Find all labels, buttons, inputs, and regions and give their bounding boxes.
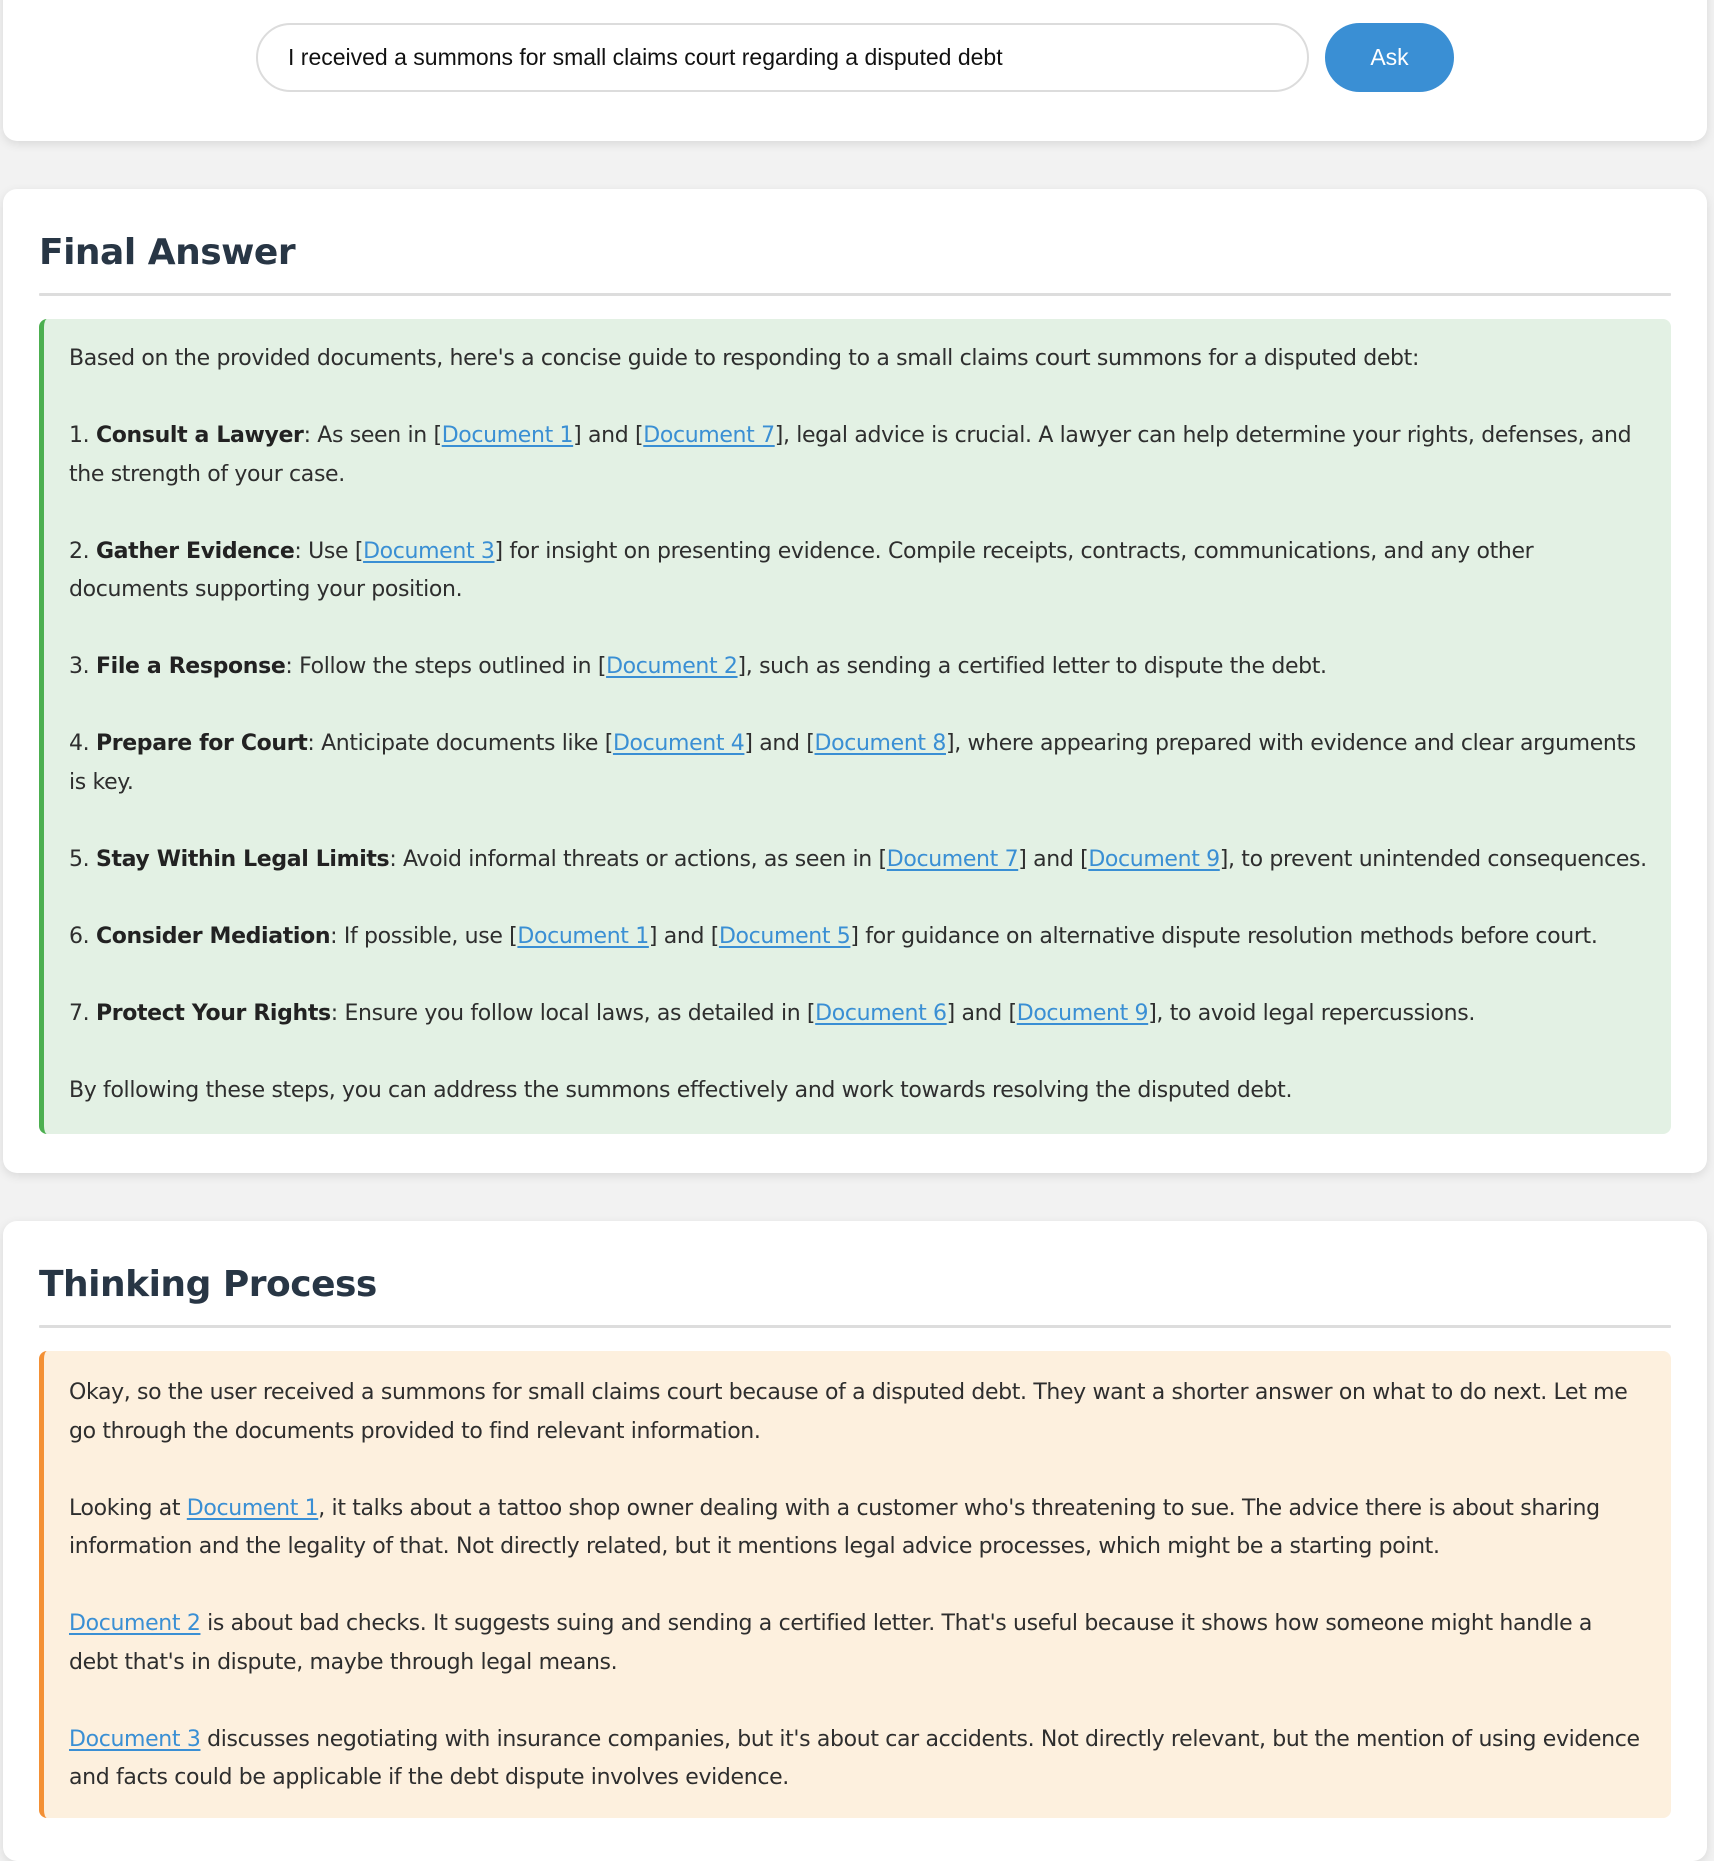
ask-button[interactable]: Ask <box>1325 23 1454 92</box>
answer-step: 1. Consult a Lawyer: As seen in [Documen… <box>69 417 1647 494</box>
step-text: : Follow the steps outlined in [ <box>285 654 607 679</box>
final-answer-card: Final Answer Based on the provided docum… <box>3 189 1707 1173</box>
answer-step: 7. Protect Your Rights: Ensure you follo… <box>69 995 1647 1034</box>
document-link[interactable]: Document 1 <box>442 423 574 448</box>
step-title: Consult a Lawyer <box>95 423 304 448</box>
answer-conclusion: By following these steps, you can addres… <box>69 1077 1293 1103</box>
thinking-process-title: Thinking Process <box>39 1264 377 1305</box>
query-input[interactable] <box>256 23 1309 92</box>
thinking-paragraph: Okay, so the user received a summons for… <box>69 1380 1628 1444</box>
step-text: ] for guidance on alternative dispute re… <box>850 923 1598 949</box>
step-number: 2. <box>69 538 90 564</box>
thinking-process-card: Thinking Process Okay, so the user recei… <box>3 1221 1707 1861</box>
document-link[interactable]: Document 1 <box>187 1496 319 1521</box>
answer-step: 5. Stay Within Legal Limits: Avoid infor… <box>69 841 1647 880</box>
step-number: 7. <box>69 1000 90 1026</box>
paragraph-text: is about bad checks. It suggests suing a… <box>69 1611 1593 1675</box>
step-number: 1. <box>69 423 90 448</box>
step-text: ] and [ <box>1018 846 1089 872</box>
answer-step: 6. Consider Mediation: If possible, use … <box>69 918 1647 957</box>
step-number: 5. <box>69 846 90 872</box>
step-text: : Anticipate documents like [ <box>307 731 613 756</box>
step-title: Gather Evidence <box>95 538 295 564</box>
document-link[interactable]: Document 7 <box>643 423 775 448</box>
answer-intro: Based on the provided documents, here's … <box>69 346 1420 371</box>
step-number: 3. <box>69 654 90 679</box>
step-title: Stay Within Legal Limits <box>95 846 390 872</box>
step-title: Consider Mediation <box>95 923 331 949</box>
step-text: : Avoid informal threats or actions, as … <box>389 846 887 872</box>
step-text: : If possible, use [ <box>330 923 518 949</box>
paragraph-text: discusses negotiating with insurance com… <box>69 1726 1640 1791</box>
answer-step: 3. File a Response: Follow the steps out… <box>69 648 1647 687</box>
step-text: ] and [ <box>946 1000 1017 1026</box>
document-link[interactable]: Document 9 <box>1088 847 1220 872</box>
step-title: Prepare for Court <box>95 731 308 756</box>
step-number: 4. <box>69 731 90 756</box>
divider <box>39 1325 1671 1328</box>
final-answer-box: Based on the provided documents, here's … <box>39 319 1671 1134</box>
thinking-process-box: Okay, so the user received a summons for… <box>39 1351 1671 1818</box>
document-link[interactable]: Document 1 <box>517 924 649 949</box>
document-link[interactable]: Document 7 <box>887 847 1019 872</box>
step-text: ], to avoid legal repercussions. <box>1148 1000 1475 1026</box>
paragraph-text: Looking at <box>69 1495 187 1521</box>
document-link[interactable]: Document 8 <box>815 731 947 756</box>
document-link[interactable]: Document 9 <box>1017 1001 1149 1026</box>
thinking-paragraph: Document 3 discusses negotiating with in… <box>69 1721 1647 1798</box>
step-title: Protect Your Rights <box>95 1000 331 1026</box>
search-card: Ask <box>3 0 1707 141</box>
document-link[interactable]: Document 3 <box>363 539 495 564</box>
step-text: ] and [ <box>648 923 719 949</box>
thinking-paragraph: Document 2 is about bad checks. It sugge… <box>69 1605 1647 1682</box>
document-link[interactable]: Document 2 <box>69 1611 201 1636</box>
step-text: ], to prevent unintended consequences. <box>1219 846 1647 872</box>
divider <box>39 293 1671 296</box>
step-number: 6. <box>69 923 90 949</box>
document-link[interactable]: Document 5 <box>719 924 851 949</box>
document-link[interactable]: Document 2 <box>606 654 738 679</box>
answer-step: 4. Prepare for Court: Anticipate documen… <box>69 725 1647 802</box>
step-text: : Ensure you follow local laws, as detai… <box>330 1000 816 1026</box>
document-link[interactable]: Document 4 <box>613 731 745 756</box>
final-answer-title: Final Answer <box>39 232 296 273</box>
document-link[interactable]: Document 3 <box>69 1727 201 1752</box>
document-link[interactable]: Document 6 <box>815 1001 947 1026</box>
step-text: ] and [ <box>744 731 815 756</box>
step-title: File a Response <box>95 654 286 679</box>
answer-step: 2. Gather Evidence: Use [Document 3] for… <box>69 533 1647 610</box>
step-text: ] and [ <box>573 423 644 448</box>
step-text: : As seen in [ <box>303 423 442 448</box>
thinking-paragraph: Looking at Document 1, it talks about a … <box>69 1490 1647 1567</box>
step-text: : Use [ <box>294 538 364 564</box>
step-text: ], such as sending a certified letter to… <box>737 654 1327 679</box>
